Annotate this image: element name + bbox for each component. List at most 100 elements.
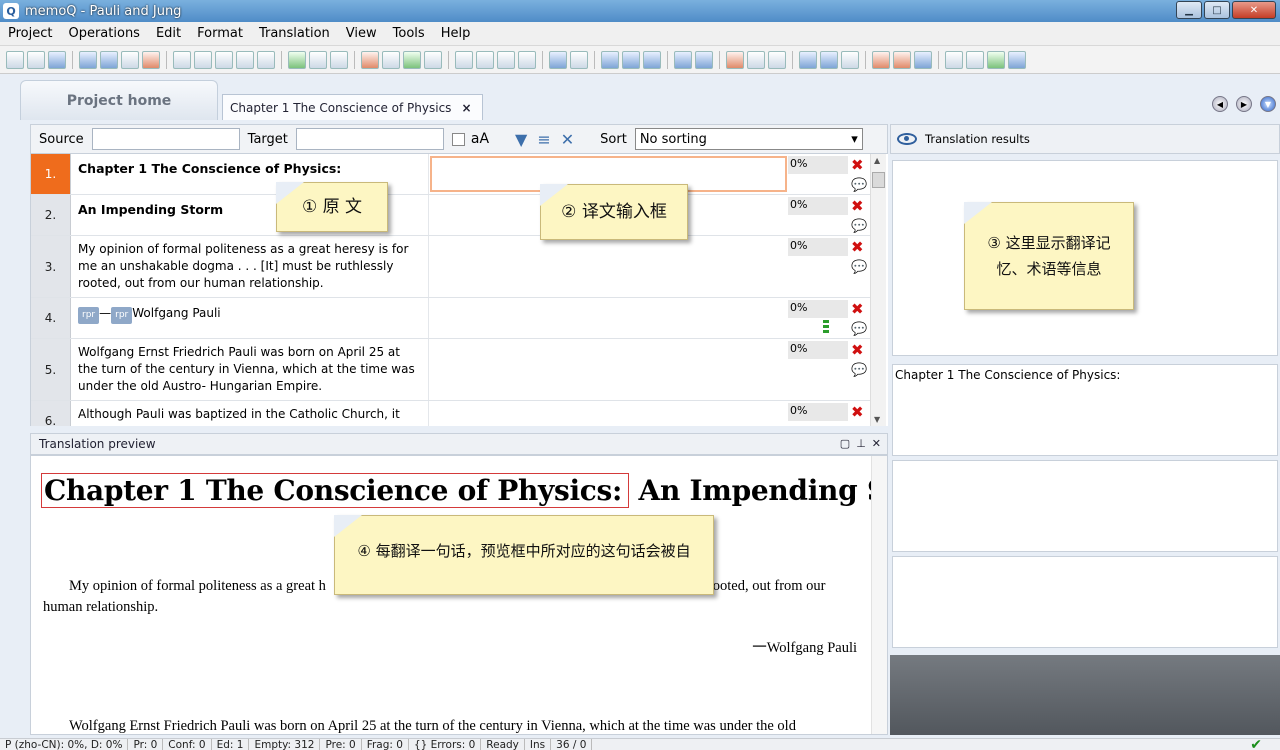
box-icon[interactable] (747, 50, 765, 69)
menu-format[interactable]: Format (189, 26, 251, 41)
loop-icon[interactable] (893, 50, 911, 69)
menu-tools[interactable]: Tools (385, 26, 433, 41)
case-sensitive-checkbox[interactable] (451, 132, 465, 146)
rpr-tag[interactable]: rpr (78, 307, 100, 324)
segment-target-input[interactable] (430, 236, 787, 297)
tools-icon[interactable] (872, 50, 890, 69)
minimize-button[interactable]: ▁ (1176, 1, 1202, 19)
segment-row[interactable]: 6. Although Pauli was baptized in the Ca… (31, 401, 871, 426)
preview-highlighted-segment[interactable]: Chapter 1 The Conscience of Physics: (41, 473, 630, 508)
sort-dropdown[interactable]: No sorting ▾ (634, 128, 863, 150)
comment-bubble-icon[interactable]: 💬 (851, 322, 867, 337)
source-filter-input[interactable] (91, 128, 240, 150)
nav-forward-icon[interactable]: ▶ (1236, 96, 1252, 112)
error-x-icon[interactable]: ✖ (851, 197, 864, 215)
document-icon[interactable] (194, 50, 212, 69)
copy-icon[interactable] (476, 50, 494, 69)
export-icon[interactable] (288, 50, 306, 69)
close-window-button[interactable]: ✕ (1232, 1, 1276, 19)
menu-project[interactable]: Project (0, 26, 60, 41)
tab-document[interactable]: Chapter 1 The Conscience of Physics × (222, 94, 483, 120)
refresh-icon[interactable] (309, 50, 327, 69)
maximize-button[interactable]: □ (1204, 1, 1230, 19)
cut-icon[interactable] (455, 50, 473, 69)
segment-row[interactable]: 5. Wolfgang Ernst Friedrich Pauli was bo… (31, 339, 871, 401)
segment-target-input[interactable] (430, 298, 787, 338)
rpr-tag[interactable]: rpr (111, 307, 133, 324)
scroll-down-icon[interactable]: ▼ (874, 415, 880, 424)
grid-scrollbar[interactable]: ▲ ▼ (870, 154, 886, 426)
layout-icon[interactable] (841, 50, 859, 69)
undo-icon[interactable] (549, 50, 567, 69)
error-x-icon[interactable]: ✖ (851, 300, 864, 318)
filter-funnel-icon[interactable]: ▼ (515, 130, 527, 149)
menu-help[interactable]: Help (433, 26, 479, 41)
tab-project-home[interactable]: Project home (20, 80, 218, 120)
menu-translation[interactable]: Translation (251, 26, 338, 41)
close-pane-icon[interactable]: ✕ (872, 437, 881, 450)
segment-target-input[interactable] (430, 401, 787, 426)
insert-tag-icon[interactable] (674, 50, 692, 69)
open-folder-icon[interactable] (27, 50, 45, 69)
error-x-icon[interactable]: ✖ (851, 403, 864, 421)
confirm-check-icon[interactable] (987, 50, 1005, 69)
forward-icon[interactable] (799, 50, 817, 69)
import-icon[interactable] (142, 50, 160, 69)
eye-icon[interactable] (897, 133, 917, 145)
find-icon[interactable] (361, 50, 379, 69)
preview-scrollbar[interactable] (871, 456, 887, 734)
error-x-icon[interactable]: ✖ (851, 238, 864, 256)
segment-row[interactable]: 2. An Impending Storm 0% ✖ 💬 (31, 195, 871, 236)
filter-list-icon[interactable]: ≡ (537, 130, 550, 149)
replace-icon[interactable] (382, 50, 400, 69)
pages-icon[interactable] (236, 50, 254, 69)
quick-add-icon[interactable] (424, 50, 442, 69)
comment-bubble-icon[interactable]: 💬 (851, 219, 867, 234)
eraser-icon[interactable] (121, 50, 139, 69)
nav-back-icon[interactable]: ◀ (1212, 96, 1228, 112)
restore-pane-icon[interactable]: ▢ (840, 437, 850, 450)
pin-icon[interactable] (768, 50, 786, 69)
braces-icon[interactable] (695, 50, 713, 69)
segment-row[interactable]: 3. My opinion of formal politeness as a … (31, 236, 871, 298)
monitor-icon[interactable] (330, 50, 348, 69)
italic-icon[interactable] (622, 50, 640, 69)
edit-document-icon[interactable] (215, 50, 233, 69)
pin-pane-icon[interactable]: ⊥ (856, 437, 866, 450)
add-term-icon[interactable] (403, 50, 421, 69)
tab-close-icon[interactable]: × (461, 101, 471, 115)
error-x-icon[interactable]: ✖ (851, 341, 864, 359)
redo-icon[interactable] (570, 50, 588, 69)
new-file-icon[interactable] (6, 50, 24, 69)
nav-menu-icon[interactable]: ▼ (1260, 96, 1276, 112)
pages-copy-icon[interactable] (966, 50, 984, 69)
underline-icon[interactable] (643, 50, 661, 69)
omega-icon[interactable] (820, 50, 838, 69)
notes-icon[interactable] (945, 50, 963, 69)
search-document-icon[interactable] (257, 50, 275, 69)
statistics-icon[interactable] (173, 50, 191, 69)
paste-icon[interactable] (497, 50, 515, 69)
clipboard-icon[interactable] (518, 50, 536, 69)
segment-row[interactable]: 4. rpr — rpr Wolfgang Pauli 0% ✖ 💬 (31, 298, 871, 339)
target-icon[interactable] (914, 50, 932, 69)
comment-bubble-icon[interactable]: 💬 (851, 178, 867, 193)
grid-icon[interactable] (79, 50, 97, 69)
menu-operations[interactable]: Operations (60, 26, 147, 41)
lock-icon[interactable] (1008, 50, 1026, 69)
target-filter-input[interactable] (295, 128, 444, 150)
save-icon[interactable] (48, 50, 66, 69)
scroll-up-icon[interactable]: ▲ (874, 156, 880, 165)
comment-bubble-icon[interactable]: 💬 (851, 260, 867, 275)
error-x-icon[interactable]: ✖ (851, 156, 864, 174)
menu-view[interactable]: View (338, 26, 385, 41)
segment-target-input[interactable] (430, 339, 787, 400)
clear-filter-icon[interactable]: ✕ (561, 130, 574, 149)
segment-row[interactable]: 1. Chapter 1 The Conscience of Physics: … (31, 154, 871, 195)
bold-icon[interactable] (601, 50, 619, 69)
bug-icon[interactable] (726, 50, 744, 69)
sort-arrows-icon[interactable] (100, 50, 118, 69)
grid-scroll-thumb[interactable] (872, 172, 885, 188)
comment-bubble-icon[interactable]: 💬 (851, 363, 867, 378)
menu-edit[interactable]: Edit (148, 26, 189, 41)
